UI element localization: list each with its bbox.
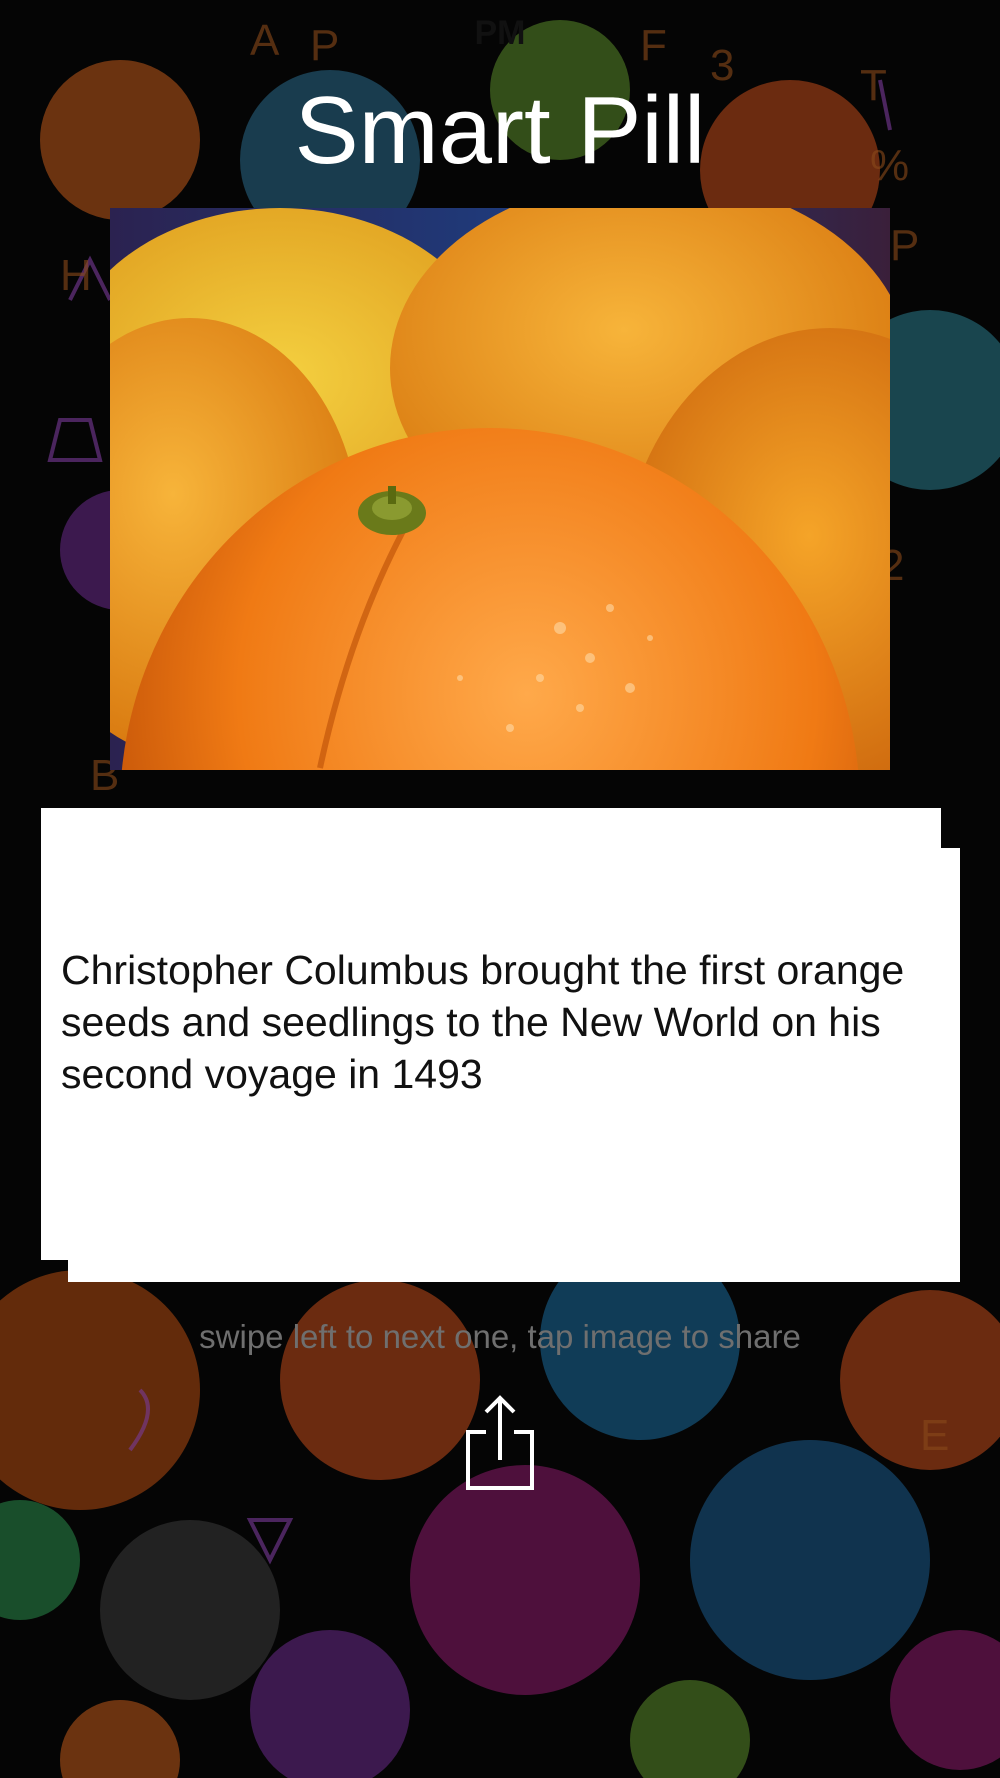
gesture-hint: swipe left to next one, tap image to sha…: [199, 1318, 801, 1355]
fact-card[interactable]: Christopher Columbus brought the first o…: [41, 808, 941, 1260]
share-icon: [466, 1395, 534, 1490]
svg-text:E: E: [920, 1411, 949, 1460]
status-bar-time: PM: [474, 14, 526, 52]
page-title: Smart Pill: [294, 77, 706, 184]
app-screen: A P F 3 T % P H 2 B E PM Smart Pill Chri…: [0, 0, 1000, 1778]
share-button[interactable]: [460, 1390, 540, 1490]
fact-image[interactable]: [110, 208, 890, 770]
fact-text: Christopher Columbus brought the first o…: [61, 947, 905, 1097]
svg-text:H: H: [60, 251, 92, 300]
svg-text:P: P: [890, 221, 919, 270]
